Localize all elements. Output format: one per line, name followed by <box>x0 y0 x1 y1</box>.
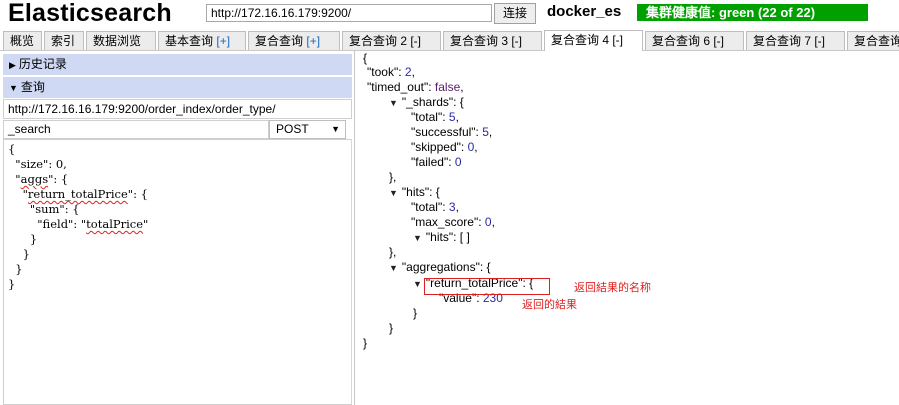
json-line[interactable]: ▼ "hits": [ ] <box>413 230 470 246</box>
history-section-header[interactable]: ▶ 历史记录 <box>3 54 352 75</box>
body-line: "sum": { <box>8 202 80 216</box>
spellcheck-word: return_totalPrice <box>27 187 128 201</box>
app-title: Elasticsearch <box>8 0 172 27</box>
body-line: "return_totalPrice": { <box>8 187 148 201</box>
query-section-header[interactable]: ▼ 查询 <box>3 77 352 98</box>
json-line: "timed_out": false, <box>367 80 464 94</box>
tab-compound-query-6[interactable]: 复合查询 6 [-] <box>645 31 744 50</box>
triangle-right-icon: ▶ <box>9 60 16 70</box>
tab-indices[interactable]: 索引 <box>44 31 84 50</box>
body-line: } <box>8 262 23 276</box>
endpoint-input[interactable]: _search <box>3 120 269 139</box>
body-line: { <box>8 142 16 156</box>
connect-button[interactable]: 连接 <box>494 3 536 24</box>
json-line[interactable]: ▼ "hits": { <box>389 185 440 201</box>
tab-compound-query-7[interactable]: 复合查询 7 [-] <box>746 31 845 50</box>
json-line: "skipped": 0, <box>411 140 478 154</box>
json-line: "total": 3, <box>411 200 459 214</box>
spellcheck-word: aggs <box>20 172 49 186</box>
collapse-arrow-icon[interactable]: ▼ <box>389 188 398 198</box>
json-line: "successful": 5, <box>411 125 493 139</box>
json-line[interactable]: ▼ "_shards": { <box>389 95 464 111</box>
tab-compound-query-3[interactable]: 复合查询 3 [-] <box>443 31 542 50</box>
response-panel: { "took": 2, "timed_out": false, ▼ "_shar… <box>354 51 899 405</box>
tab-bar: 概览 索引 数据浏览 基本查询 [+] 复合查询 [+] 复合查询 2 [-] … <box>0 28 899 51</box>
chevron-down-icon: ▼ <box>331 124 340 134</box>
body-line: "field": "totalPrice" <box>8 217 149 231</box>
json-line: "total": 5, <box>411 110 459 124</box>
tab-basic-query[interactable]: 基本查询 [+] <box>158 31 246 50</box>
cluster-health-badge: 集群健康值: green (22 of 22) <box>637 4 868 21</box>
http-method-select[interactable]: POST ▼ <box>269 120 346 139</box>
collapse-arrow-icon[interactable]: ▼ <box>413 279 422 289</box>
json-line: }, <box>389 245 397 259</box>
tab-compound-query-4[interactable]: 复合查询 4 [-] <box>544 30 643 51</box>
agg-value-annotation: 返回的結果 <box>522 299 577 311</box>
json-line: } <box>413 306 418 320</box>
body-line: } <box>8 277 16 291</box>
tab-overview[interactable]: 概览 <box>3 31 42 50</box>
spellcheck-word: totalPrice <box>86 217 144 231</box>
json-line: "max_score": 0, <box>411 215 495 229</box>
body-line: } <box>8 232 38 246</box>
tab-data-browse[interactable]: 数据浏览 <box>86 31 156 50</box>
tab-compound-query-2[interactable]: 复合查询 2 [-] <box>342 31 441 50</box>
json-line: "failed": 0 <box>411 155 462 169</box>
json-line: } <box>389 321 394 335</box>
collapse-arrow-icon[interactable]: ▼ <box>389 98 398 108</box>
json-line: { <box>363 51 368 65</box>
header: Elasticsearch http://172.16.16.179:9200/… <box>0 0 899 28</box>
cluster-name: docker_es <box>547 3 622 20</box>
agg-name-highlight-box <box>424 278 550 295</box>
server-url-input[interactable]: http://172.16.16.179:9200/ <box>206 4 492 22</box>
request-body-editor[interactable]: { "size": 0, "aggs": { "return_totalPric… <box>3 139 352 405</box>
triangle-down-icon: ▼ <box>9 83 18 93</box>
body-line: } <box>8 247 30 261</box>
body-line: "aggs": { <box>8 172 69 186</box>
json-line: "took": 2, <box>367 65 415 79</box>
json-line[interactable]: ▼ "aggregations": { <box>389 260 491 276</box>
query-panel: ▶ 历史记录 ▼ 查询 http://172.16.16.179:9200/orde… <box>0 51 352 405</box>
agg-name-annotation: 返回結果的名称 <box>574 282 651 294</box>
json-line: }, <box>389 170 397 184</box>
tab-compound-query[interactable]: 复合查询 [+] <box>248 31 340 50</box>
body-line: "size": 0, <box>8 157 67 171</box>
collapse-arrow-icon[interactable]: ▼ <box>389 263 398 273</box>
collapse-arrow-icon[interactable]: ▼ <box>413 233 422 243</box>
json-line: } <box>363 336 368 350</box>
tab-compound-query-more[interactable]: 复合查询 <box>847 31 899 50</box>
request-path-input[interactable]: http://172.16.16.179:9200/order_index/or… <box>3 99 352 119</box>
